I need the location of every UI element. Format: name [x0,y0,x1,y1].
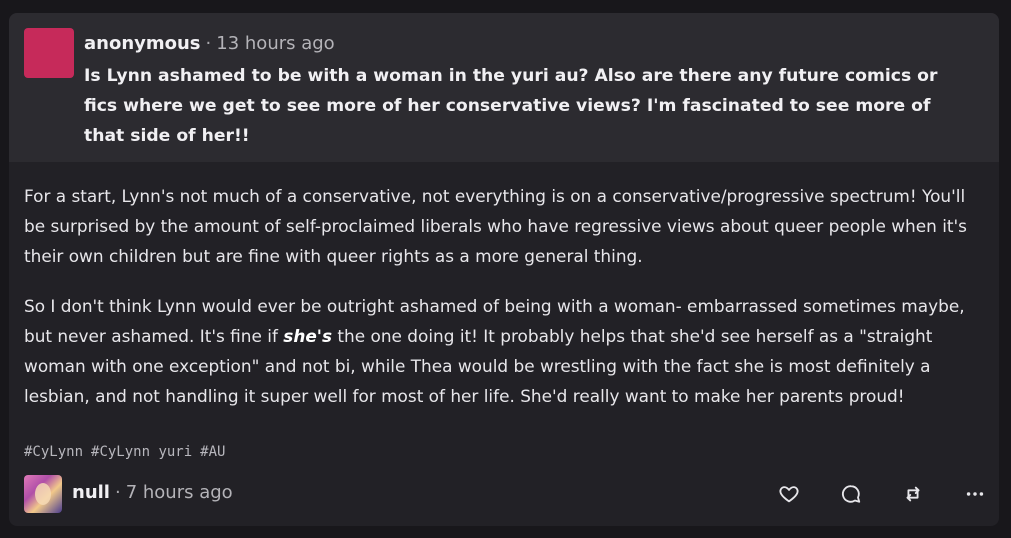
emphasis-text: she's [283,326,333,346]
reblogger-avatar[interactable] [24,475,62,513]
heart-icon [779,486,799,503]
separator: · [114,482,121,503]
tag-list: #CyLynn #CyLynn yuri #AU [24,444,233,460]
reblog-meta: null · 7 hours ago [72,481,233,505]
like-button[interactable] [776,481,802,507]
post-footer: null · 7 hours ago [24,475,989,513]
ask-meta: anonymous · 13 hours ago [84,32,335,56]
more-icon [966,492,984,496]
reblog-icon [906,486,920,502]
tag-cylynn[interactable]: #CyLynn [24,444,83,460]
answer-paragraph-1: For a start, Lynn's not much of a conser… [24,186,967,266]
comment-button[interactable] [838,481,864,507]
ask-author[interactable]: anonymous [84,33,201,54]
tag-cylynn-yuri[interactable]: #CyLynn yuri [91,444,192,460]
anonymous-avatar[interactable] [24,28,74,78]
answer-paragraph-2: So I don't think Lynn would ever be outr… [24,291,989,411]
ask-timestamp[interactable]: 13 hours ago [216,33,334,54]
ask-question: Is Lynn ashamed to be with a woman in th… [84,66,938,146]
reblog-author[interactable]: null [72,482,110,503]
answer-body: For a start, Lynn's not much of a conser… [24,181,989,431]
reblog-button[interactable] [900,481,926,507]
separator: · [205,33,212,54]
more-options-button[interactable] [962,481,988,507]
comment-icon [842,485,861,503]
tag-au[interactable]: #AU [200,444,225,460]
reblog-timestamp[interactable]: 7 hours ago [126,482,233,503]
post-card: anonymous · 13 hours ago Is Lynn ashamed t… [9,13,999,526]
ask-panel: anonymous · 13 hours ago Is Lynn ashamed t… [9,13,999,162]
